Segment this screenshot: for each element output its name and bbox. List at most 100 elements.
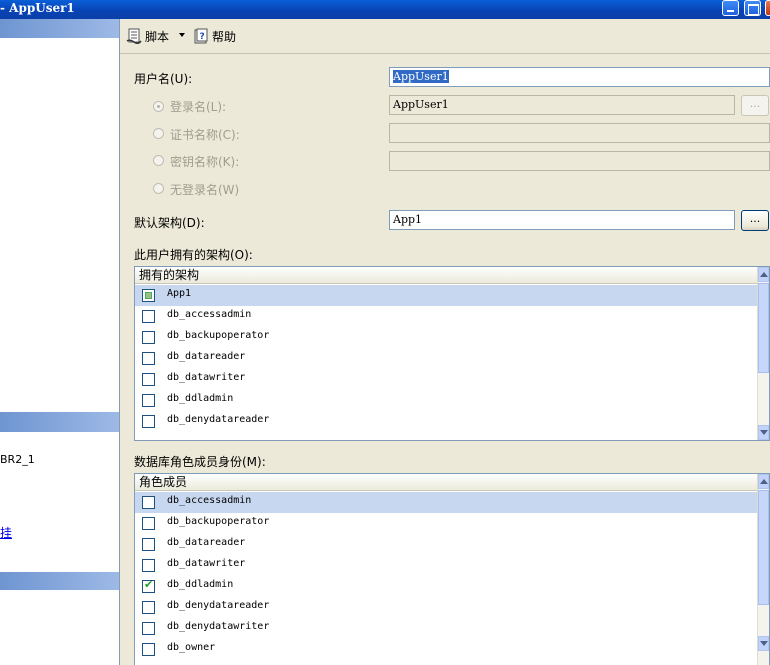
role-membership-rows: db_accessadmin db_backupoperator db_datare… [135,492,759,660]
owned-schemas-list[interactable]: 拥有的架构 App1 db_accessadmin db_backupoperato… [134,266,770,441]
progress-header [0,572,119,590]
close-button[interactable] [765,0,770,16]
list-item[interactable]: App1 [135,285,759,306]
cert-name-radio[interactable] [153,128,164,139]
schema-browse-button[interactable]: ... [741,210,769,231]
list-item[interactable]: db_ddladmin [135,390,759,411]
checkbox[interactable] [142,331,155,344]
role-membership-list[interactable]: 角色成员 db_accessadmin db_backupoperator db_d… [134,473,770,665]
list-item-label: db_denydatawriter [167,621,270,632]
scroll-thumb[interactable] [758,490,769,605]
minimize-icon [727,10,734,12]
owned-schemas-rows: App1 db_accessadmin db_backupoperator db_da… [135,285,759,432]
scroll-down-icon[interactable] [758,425,769,440]
login-browse-button[interactable]: ... [741,95,769,116]
checkbox[interactable] [142,643,155,656]
checkbox[interactable] [142,578,155,593]
list-item[interactable]: db_datareader [135,348,759,369]
list-item-label: App1 [167,288,192,299]
key-name-radio[interactable] [153,155,164,166]
title-bar: - AppUser1 [0,0,770,19]
toolbar: 脚本 ? 帮助 [120,19,770,54]
login-name-label: 登录名(L): [170,100,227,114]
owned-schemas-column-header[interactable]: 拥有的架构 [135,267,760,284]
scroll-up-icon[interactable] [758,474,769,489]
list-item[interactable]: db_denydatareader [135,411,759,432]
list-item[interactable]: db_datawriter [135,555,759,576]
username-input[interactable]: AppUser1 [389,67,770,87]
list-item[interactable]: db_denydatareader [135,597,759,618]
list-item-label: db_datareader [167,351,246,362]
owned-schemas-label: 此用户拥有的架构(O): [134,248,253,262]
checkbox[interactable] [142,352,155,365]
chevron-down-icon[interactable] [179,33,185,37]
key-name-label: 密钥名称(K): [170,155,240,169]
list-item[interactable]: db_backupoperator [135,327,759,348]
list-item[interactable]: db_ddladmin [135,576,759,597]
maximize-button[interactable] [744,0,761,16]
login-name-input[interactable]: AppUser1 [389,95,735,115]
default-schema-label: 默认架构(D): [134,216,205,230]
username-value: AppUser1 [393,70,449,83]
checkbox[interactable] [142,373,155,386]
owned-schemas-scrollbar[interactable] [757,267,769,440]
role-membership-label: 数据库角色成员身份(M): [134,455,266,469]
list-item-label: db_datawriter [167,372,246,383]
checkbox[interactable] [142,394,155,407]
list-item-label: db_accessadmin [167,309,252,320]
checkbox[interactable] [142,601,155,614]
checkbox[interactable] [142,415,155,428]
svg-text:?: ? [200,32,205,42]
script-icon [126,28,142,45]
checkbox[interactable] [142,559,155,572]
scroll-thumb[interactable] [758,283,769,373]
username-label: 用户名(U): [134,72,193,86]
list-item-label: db_ddladmin [167,393,234,404]
help-icon: ? [193,28,209,44]
server-name: BR2_1 [0,453,35,466]
select-page-header [0,19,119,38]
no-login-label: 无登录名(W) [170,183,240,197]
list-item[interactable]: db_accessadmin [135,492,759,513]
checkbox[interactable] [142,496,155,509]
checkbox[interactable] [142,289,155,302]
minimize-button[interactable] [722,0,739,16]
key-name-input[interactable] [389,151,770,171]
list-item[interactable]: db_backupoperator [135,513,759,534]
list-item-label: db_backupoperator [167,330,270,341]
checkbox[interactable] [142,310,155,323]
list-item-label: db_denydatareader [167,600,270,611]
script-label: 脚本 [145,29,170,44]
list-item[interactable]: db_owner [135,639,759,660]
cert-name-label: 证书名称(C): [170,128,240,142]
checkbox[interactable] [142,517,155,530]
left-panel: BR2_1 挂 [0,19,120,665]
role-membership-column-header[interactable]: 角色成员 [135,474,760,491]
checkbox[interactable] [142,622,155,635]
list-item[interactable]: db_accessadmin [135,306,759,327]
list-item[interactable]: db_datawriter [135,369,759,390]
list-item-label: db_backupoperator [167,516,270,527]
view-connection-link[interactable]: 挂 [0,524,12,541]
list-item-label: db_owner [167,642,216,653]
scroll-up-icon[interactable] [758,267,769,282]
role-membership-scrollbar[interactable] [757,474,769,665]
window-title: - AppUser1 [0,1,75,15]
help-label: 帮助 [212,29,237,44]
list-item[interactable]: db_denydatawriter [135,618,759,639]
maximize-icon [748,4,759,15]
list-item-label: db_datawriter [167,558,246,569]
cert-name-input[interactable] [389,123,770,143]
list-item-label: db_denydatareader [167,414,270,425]
script-button[interactable]: 脚本 [126,28,170,45]
scroll-down-icon[interactable] [758,636,769,651]
list-item-label: db_accessadmin [167,495,252,506]
connection-header [0,412,119,432]
login-name-radio[interactable] [153,101,164,112]
list-item[interactable]: db_datareader [135,534,759,555]
list-item-label: db_datareader [167,537,246,548]
checkbox[interactable] [142,538,155,551]
default-schema-input[interactable]: App1 [389,210,735,230]
help-button[interactable]: ? 帮助 [193,28,236,44]
no-login-radio[interactable] [153,183,164,194]
